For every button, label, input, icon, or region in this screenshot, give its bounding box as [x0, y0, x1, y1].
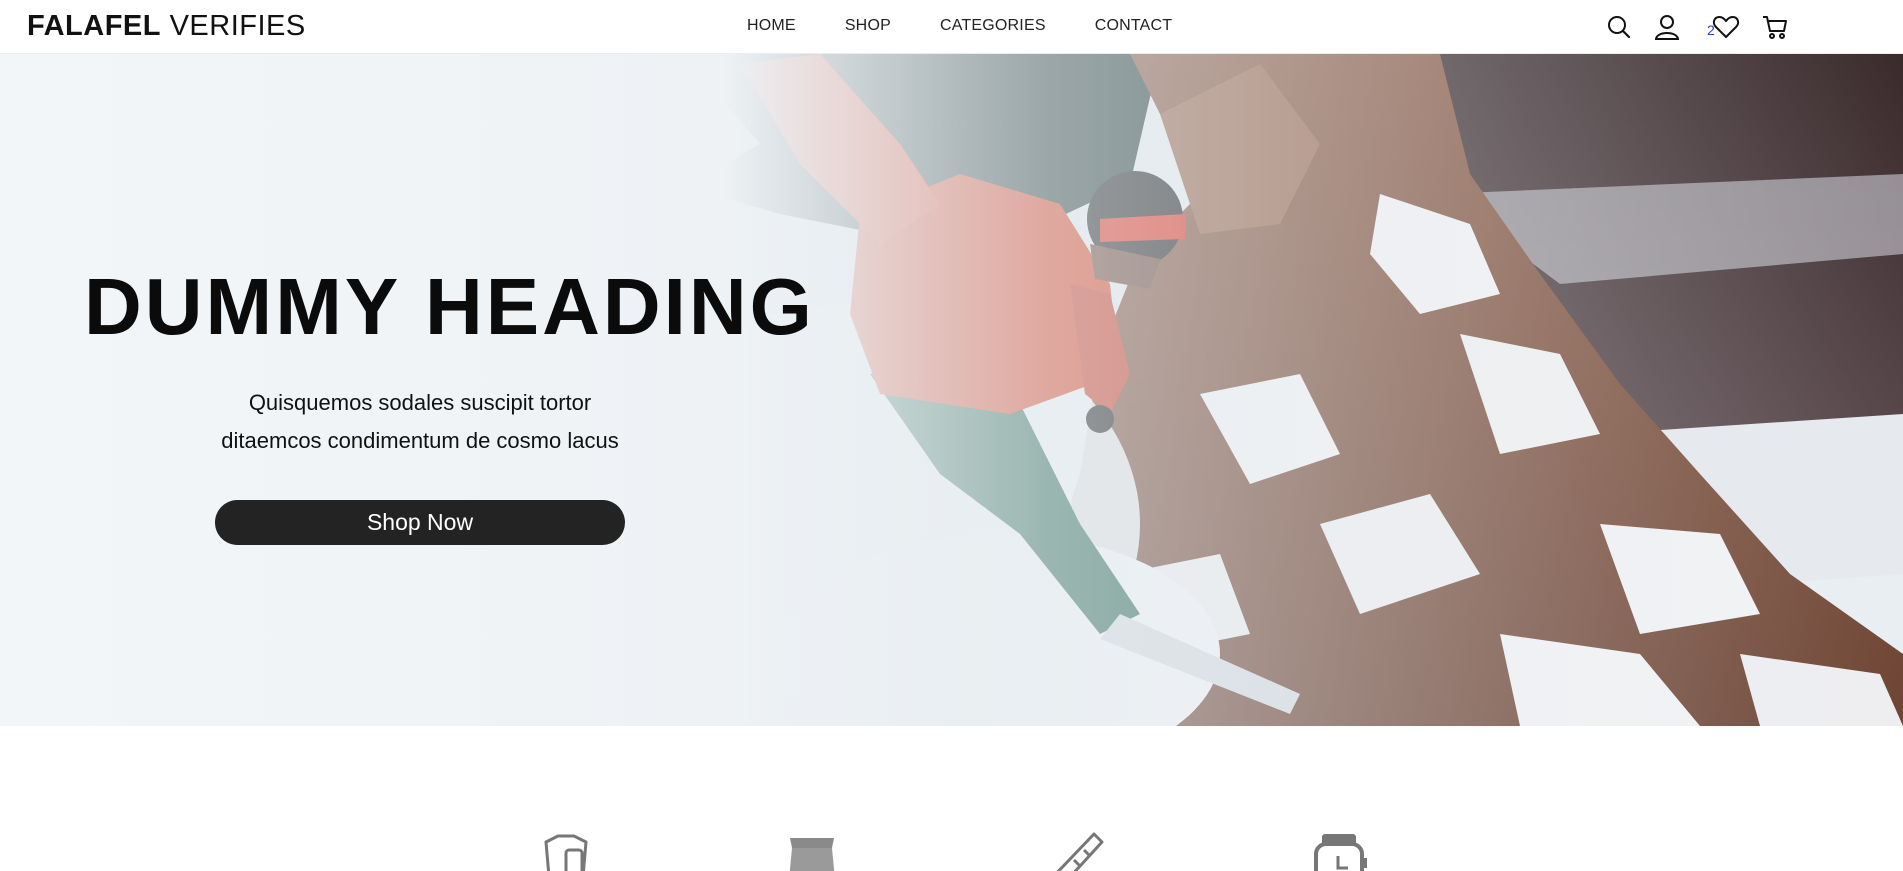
heart-icon[interactable]	[1711, 12, 1741, 42]
hero-subtitle-line-2: ditaemcos condimentum de cosmo lacus	[221, 428, 619, 453]
pants-icon[interactable]	[782, 830, 842, 871]
hero-banner: DUMMY HEADING Quisquemos sodales suscipi…	[0, 54, 1903, 726]
site-logo[interactable]: FALAFEL VERIFIES	[27, 10, 306, 42]
hero-heading: DUMMY HEADING	[84, 262, 815, 351]
user-icon[interactable]	[1652, 12, 1682, 42]
shop-now-button[interactable]: Shop Now	[215, 500, 625, 545]
hero-subtitle-line-1: Quisquemos sodales suscipit tortor	[248, 390, 592, 415]
snowboard-icon[interactable]	[1046, 830, 1106, 871]
nav-contact[interactable]: CONTACT	[1095, 16, 1173, 36]
nav-shop[interactable]: SHOP	[845, 16, 891, 36]
nav-home[interactable]: HOME	[747, 16, 796, 36]
cart-icon[interactable]	[1760, 12, 1790, 42]
hero-subtitle: Quisquemos sodales suscipit tortor ditae…	[180, 384, 660, 460]
site-header: FALAFEL VERIFIES HOME SHOP CATEGORIES CO…	[0, 0, 1903, 54]
logo-bold-text: FALAFEL	[27, 10, 161, 42]
main-nav: HOME SHOP CATEGORIES CONTACT	[747, 16, 1221, 36]
nav-categories[interactable]: CATEGORIES	[940, 16, 1046, 36]
categories-strip	[0, 726, 1903, 871]
search-icon[interactable]	[1604, 12, 1634, 42]
shirt-phone-icon[interactable]	[536, 830, 596, 871]
logo-thin-text: VERIFIES	[169, 10, 306, 42]
watch-icon[interactable]	[1310, 830, 1370, 871]
